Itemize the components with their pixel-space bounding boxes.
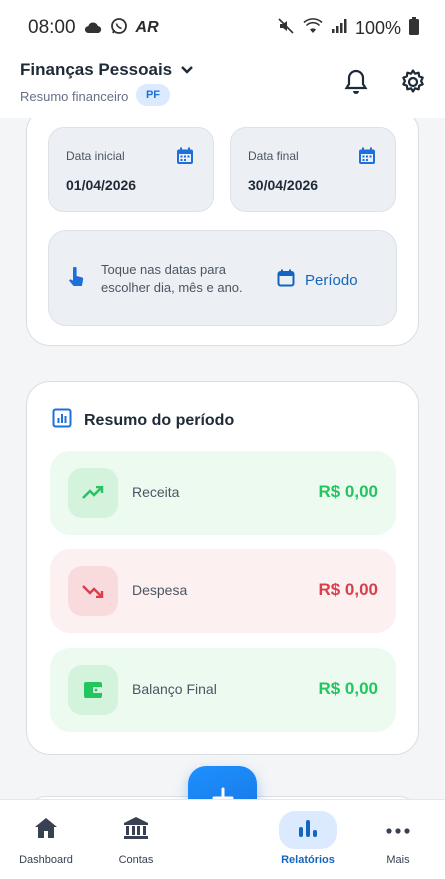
period-button[interactable]: Período [277, 269, 358, 291]
app-bar: Finanças Pessoais Resumo financeiro PF [0, 56, 445, 118]
settings-button[interactable] [399, 68, 427, 101]
ar-icon: AR [135, 19, 159, 36]
period-summary-card: Resumo do período Receita R$ 0,00 Despes… [26, 381, 419, 755]
battery-icon [409, 16, 419, 40]
gear-icon [399, 69, 427, 100]
expense-row[interactable]: Despesa R$ 0,00 [50, 549, 396, 633]
expense-label: Despesa [132, 582, 188, 598]
summary-header: Resumo do período [52, 408, 234, 433]
nav-label-relatorios: Relatórios [281, 854, 335, 866]
signal-icon [331, 18, 347, 39]
trending-down-icon [68, 566, 118, 616]
calendar-icon [277, 269, 295, 291]
income-amount: R$ 0,00 [318, 482, 378, 501]
status-time: 08:00 [28, 17, 76, 38]
nav-label-dashboard: Dashboard [19, 854, 73, 866]
start-date-field[interactable]: Data inicial 01/04/2026 [48, 127, 214, 212]
end-date-value: 30/04/2026 [248, 177, 319, 193]
expense-amount: R$ 0,00 [318, 580, 378, 599]
calendar-icon [176, 147, 194, 170]
balance-amount: R$ 0,00 [318, 679, 378, 698]
summary-title: Resumo do período [84, 411, 235, 429]
bell-icon [343, 69, 369, 100]
nav-item-relatorios[interactable]: Relatórios [263, 800, 353, 879]
trending-up-icon [68, 468, 118, 518]
period-button-label: Período [305, 271, 358, 289]
notifications-button[interactable] [343, 68, 369, 101]
income-label: Receita [132, 484, 180, 500]
whatsapp-icon [110, 17, 128, 40]
cloud-icon [84, 18, 102, 39]
nav-item-contas[interactable]: Contas [91, 800, 181, 879]
home-icon [34, 817, 58, 844]
nav-label-mais: Mais [386, 854, 410, 866]
start-date-value: 01/04/2026 [66, 177, 137, 193]
touch-icon [67, 266, 85, 294]
calendar-icon [358, 147, 376, 170]
bottom-navigation: Dashboard Contas Relatórios Mais [0, 799, 445, 879]
end-date-label: Data final [248, 149, 299, 163]
balance-row[interactable]: Balanço Final R$ 0,00 [50, 648, 396, 732]
start-date-label: Data inicial [66, 149, 125, 163]
battery-text: 100% [354, 17, 401, 38]
income-row[interactable]: Receita R$ 0,00 [50, 451, 396, 535]
profile-selector[interactable]: Finanças Pessoais [20, 60, 194, 80]
mute-icon [277, 17, 295, 40]
content-scroll[interactable]: Data inicial 01/04/2026 Data final 30/04… [0, 118, 445, 799]
wallet-icon [68, 665, 118, 715]
nav-label-contas: Contas [118, 854, 154, 866]
date-hint-box: Toque nas datas para escolher dia, mês e… [48, 230, 397, 326]
nav-item-dashboard[interactable]: Dashboard [1, 800, 91, 879]
bar-chart-icon [52, 408, 72, 433]
bank-icon [123, 816, 149, 845]
app-subtitle: Resumo financeiro [20, 89, 129, 104]
profile-badge: PF [136, 84, 170, 106]
more-horizontal-icon [386, 821, 410, 839]
date-hint-text: Toque nas datas para escolher dia, mês e… [101, 262, 243, 295]
date-filter-card: Data inicial 01/04/2026 Data final 30/04… [26, 118, 419, 346]
status-bar: 08:00 AR 100% [0, 0, 445, 56]
app-title: Finanças Pessoais [20, 60, 173, 79]
chevron-down-icon [180, 60, 194, 80]
bar-chart-icon [297, 817, 319, 844]
wifi-icon [303, 17, 323, 39]
end-date-field[interactable]: Data final 30/04/2026 [230, 127, 396, 212]
nav-item-mais[interactable]: Mais [353, 800, 443, 879]
balance-label: Balanço Final [132, 681, 217, 697]
